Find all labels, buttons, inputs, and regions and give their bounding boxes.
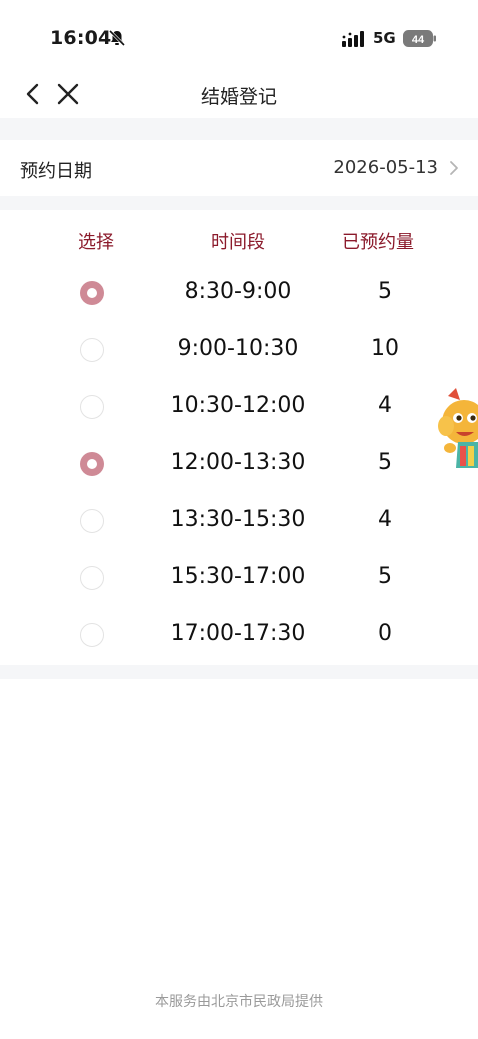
time-slot: 15:30-17:00 [170, 564, 306, 589]
chevron-right-icon [450, 161, 458, 175]
service-provider-note: 本服务由北京市民政局提供 [155, 994, 323, 1010]
divider [0, 118, 478, 140]
time-slot: 12:00-13:30 [170, 450, 306, 475]
slot-radio[interactable] [80, 281, 104, 305]
divider [0, 665, 478, 679]
time-slot-table: 选择 时间段 已预约量 8:30-9:00 5 9:00-10:30 10 10… [0, 210, 478, 665]
table-row[interactable]: 12:00-13:30 5 [0, 437, 478, 494]
table-row[interactable]: 9:00-10:30 10 [0, 323, 478, 380]
table-row[interactable]: 8:30-9:00 5 [0, 266, 478, 323]
page-title: 结婚登记 [200, 86, 277, 108]
time-slot: 9:00-10:30 [177, 336, 299, 361]
header-time-slot: 时间段 [211, 232, 265, 253]
battery-level: 44 [412, 34, 425, 46]
status-bar: 16:04 5G 44 [0, 0, 478, 70]
nav-bar: 结婚登记 [0, 70, 478, 118]
status-time: 16:04 [50, 27, 112, 49]
slot-radio[interactable] [80, 509, 104, 533]
time-slot: 13:30-15:30 [170, 507, 306, 532]
date-value[interactable]: 2026-05-13 [333, 157, 438, 178]
table-row[interactable]: 13:30-15:30 4 [0, 494, 478, 551]
time-slot: 10:30-12:00 [170, 393, 306, 418]
bell-muted-icon [108, 29, 126, 47]
battery-icon: 44 [403, 30, 436, 47]
table-header: 选择 时间段 已预约量 [0, 210, 478, 266]
slot-radio[interactable] [80, 338, 104, 362]
network-type: 5G [373, 29, 396, 47]
booked-count: 4 [378, 393, 392, 418]
slot-radio[interactable] [80, 566, 104, 590]
table-row[interactable]: 15:30-17:00 5 [0, 551, 478, 608]
booked-count: 5 [378, 279, 392, 304]
mascot-image[interactable] [434, 386, 478, 486]
date-label: 预约日期 [20, 161, 92, 182]
table-row[interactable]: 17:00-17:30 0 [0, 608, 478, 665]
time-slot: 17:00-17:30 [170, 621, 306, 646]
appointment-date-row[interactable]: 预约日期 2026-05-13 [0, 140, 478, 196]
booked-count: 4 [378, 507, 392, 532]
slot-radio[interactable] [80, 395, 104, 419]
header-select: 选择 [78, 232, 114, 253]
slot-radio[interactable] [80, 452, 104, 476]
booked-count: 0 [378, 621, 392, 646]
header-booked-count: 已预约量 [342, 232, 414, 253]
signal-icon [342, 31, 364, 47]
slot-radio[interactable] [80, 623, 104, 647]
booked-count: 10 [371, 336, 399, 361]
booked-count: 5 [378, 564, 392, 589]
booked-count: 5 [378, 450, 392, 475]
table-rows: 8:30-9:00 5 9:00-10:30 10 10:30-12:00 4 … [0, 266, 478, 665]
time-slot: 8:30-9:00 [184, 279, 292, 304]
page: 16:04 5G 44 结婚登记 预约日期 2026-05-13 选择 时间段 … [0, 0, 478, 1039]
divider [0, 196, 478, 210]
table-row[interactable]: 10:30-12:00 4 [0, 380, 478, 437]
